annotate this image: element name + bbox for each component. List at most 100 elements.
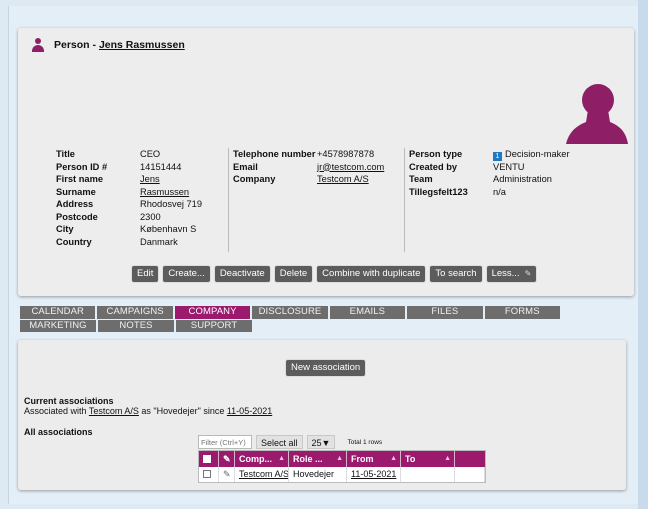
edit-button[interactable]: Edit <box>132 266 159 282</box>
checkbox-icon[interactable] <box>203 455 211 463</box>
detail-value[interactable]: Rasmussen <box>140 186 189 199</box>
deactivate-button[interactable]: Deactivate <box>214 266 270 282</box>
header-checkbox-cell[interactable] <box>199 451 219 467</box>
row-company-link[interactable]: Testcom A/S <box>235 467 289 482</box>
tab-row-2: MARKETING NOTES SUPPORT <box>20 319 560 332</box>
tab-support[interactable]: SUPPORT <box>176 319 252 332</box>
current-company-link[interactable]: Testcom A/S <box>89 406 139 416</box>
column-header-to[interactable]: To ▲ <box>401 451 455 467</box>
detail-label: Company <box>233 174 276 184</box>
table-header: ✎ Comp... ▲ Role ... ▲ From ▲ To ▲ <box>199 451 485 467</box>
detail-label: Email <box>233 161 258 172</box>
detail-value: Rhodosvej 719 <box>140 199 203 209</box>
row-from-date[interactable]: 11-05-2021 <box>347 467 401 482</box>
detail-row: Company Testcom A/S <box>233 173 404 186</box>
pencil-icon: ✎ <box>524 269 532 278</box>
grid-toolbar: Select all 25▼ Total 1 rows <box>198 435 382 449</box>
current-associations: Current associations Associated with Tes… <box>24 396 272 416</box>
avatar-silhouette-icon <box>566 84 628 144</box>
new-association-button[interactable]: New association <box>286 360 366 376</box>
detail-row: City København S <box>56 223 228 236</box>
less-button-label: Less... <box>491 268 520 279</box>
combine-duplicate-button[interactable]: Combine with duplicate <box>317 266 426 282</box>
detail-row: Surname Rasmussen <box>56 186 228 199</box>
delete-button[interactable]: Delete <box>274 266 313 282</box>
person-icon <box>32 38 44 52</box>
sort-up-icon: ▲ <box>390 455 397 462</box>
page-size-select[interactable]: 25▼ <box>306 435 336 449</box>
company-panel: New association Current associations Ass… <box>18 340 626 490</box>
select-all-button[interactable]: Select all <box>256 435 303 449</box>
detail-row: Telephone number +4578987878 <box>233 148 404 161</box>
column-header-role-label: Role ... <box>293 454 323 464</box>
table-row[interactable]: ✎ Testcom A/S Hovedejer 11-05-2021 <box>199 467 485 482</box>
tab-marketing[interactable]: MARKETING <box>20 319 96 332</box>
column-header-from-label: From <box>351 454 374 464</box>
detail-label: Person type <box>409 149 463 159</box>
row-edit-cell[interactable]: ✎ <box>219 467 235 482</box>
all-associations-heading: All associations <box>24 427 93 437</box>
column-header-from[interactable]: From ▲ <box>347 451 401 467</box>
tab-company[interactable]: COMPANY <box>174 306 251 319</box>
detail-value[interactable]: Jens <box>140 173 160 186</box>
sort-up-icon: ▲ <box>444 455 451 462</box>
detail-label: City <box>56 224 74 234</box>
detail-value: 1 Decision-maker <box>493 148 570 161</box>
person-name-link[interactable]: Jens Rasmussen <box>99 39 185 51</box>
header-edit-cell: ✎ <box>219 451 235 467</box>
detail-label: Address <box>56 199 94 209</box>
row-count: Total 1 rows <box>347 438 383 446</box>
row-filler <box>455 467 485 482</box>
tab-notes[interactable]: NOTES <box>98 319 174 332</box>
detail-value[interactable]: jr@testcom.com <box>317 161 384 174</box>
detail-value: VENTU <box>493 161 525 172</box>
tab-forms[interactable]: FORMS <box>484 306 560 319</box>
pencil-icon[interactable]: ✎ <box>223 469 231 479</box>
detail-row: Email jr@testcom.com <box>233 161 404 174</box>
person-title-prefix: Person - <box>54 39 99 51</box>
detail-row: Team Administration <box>409 173 604 186</box>
person-header: Person - Jens Rasmussen <box>32 38 185 52</box>
column-header-company-label: Comp... <box>239 454 272 464</box>
detail-label: Tillegsfelt123 <box>409 186 468 197</box>
detail-label: Team <box>409 174 433 184</box>
filter-input[interactable] <box>198 435 252 449</box>
column-header-company[interactable]: Comp... ▲ <box>235 451 289 467</box>
detail-value: Danmark <box>140 236 178 247</box>
tab-files[interactable]: FILES <box>407 306 483 319</box>
current-association-text: Associated with Testcom A/S as "Hovedeje… <box>24 406 272 416</box>
tab-calendar[interactable]: CALENDAR <box>20 306 96 319</box>
detail-row: Person ID # 14151444 <box>56 161 228 174</box>
create-button[interactable]: Create... <box>163 266 210 282</box>
tab-campaigns[interactable]: CAMPAIGNS <box>97 306 173 319</box>
detail-label: Created by <box>409 161 458 172</box>
detail-row: Address Rhodosvej 719 <box>56 198 228 211</box>
detail-value[interactable]: Testcom A/S <box>317 173 369 186</box>
detail-row: Created by VENTU <box>409 161 604 174</box>
header-filler <box>455 451 485 467</box>
details-column-2: Telephone number +4578987878 Email jr@testc… <box>228 148 404 252</box>
less-button[interactable]: Less... ✎ <box>486 266 537 282</box>
row-checkbox-cell[interactable] <box>199 467 219 482</box>
person-title: Person - Jens Rasmussen <box>54 39 185 51</box>
detail-label: Telephone number <box>233 149 316 159</box>
current-date-link[interactable]: 11-05-2021 <box>227 406 272 416</box>
detail-row: First name Jens <box>56 173 228 186</box>
detail-value: CEO <box>140 149 161 159</box>
detail-label: First name <box>56 174 104 184</box>
to-search-button[interactable]: To search <box>430 266 482 282</box>
detail-row: Tillegsfelt123 n/a <box>409 186 604 199</box>
detail-label: Country <box>56 236 92 247</box>
detail-row: Title CEO <box>56 148 228 161</box>
checkbox-icon[interactable] <box>203 470 211 478</box>
row-to-date <box>401 467 455 482</box>
scrollbar-strip[interactable] <box>638 0 648 509</box>
detail-label: Title <box>56 149 75 159</box>
person-card: Person - Jens Rasmussen Title CEO Person I… <box>18 28 634 296</box>
column-header-role[interactable]: Role ... ▲ <box>289 451 347 467</box>
tab-disclosure[interactable]: DISCLOSURE <box>252 306 328 319</box>
detail-row: Postcode 2300 <box>56 211 228 224</box>
associations-table: ✎ Comp... ▲ Role ... ▲ From ▲ To ▲ ✎ Testcom… <box>198 450 486 483</box>
detail-label: Person ID # <box>56 161 108 172</box>
tab-emails[interactable]: EMAILS <box>329 306 406 319</box>
